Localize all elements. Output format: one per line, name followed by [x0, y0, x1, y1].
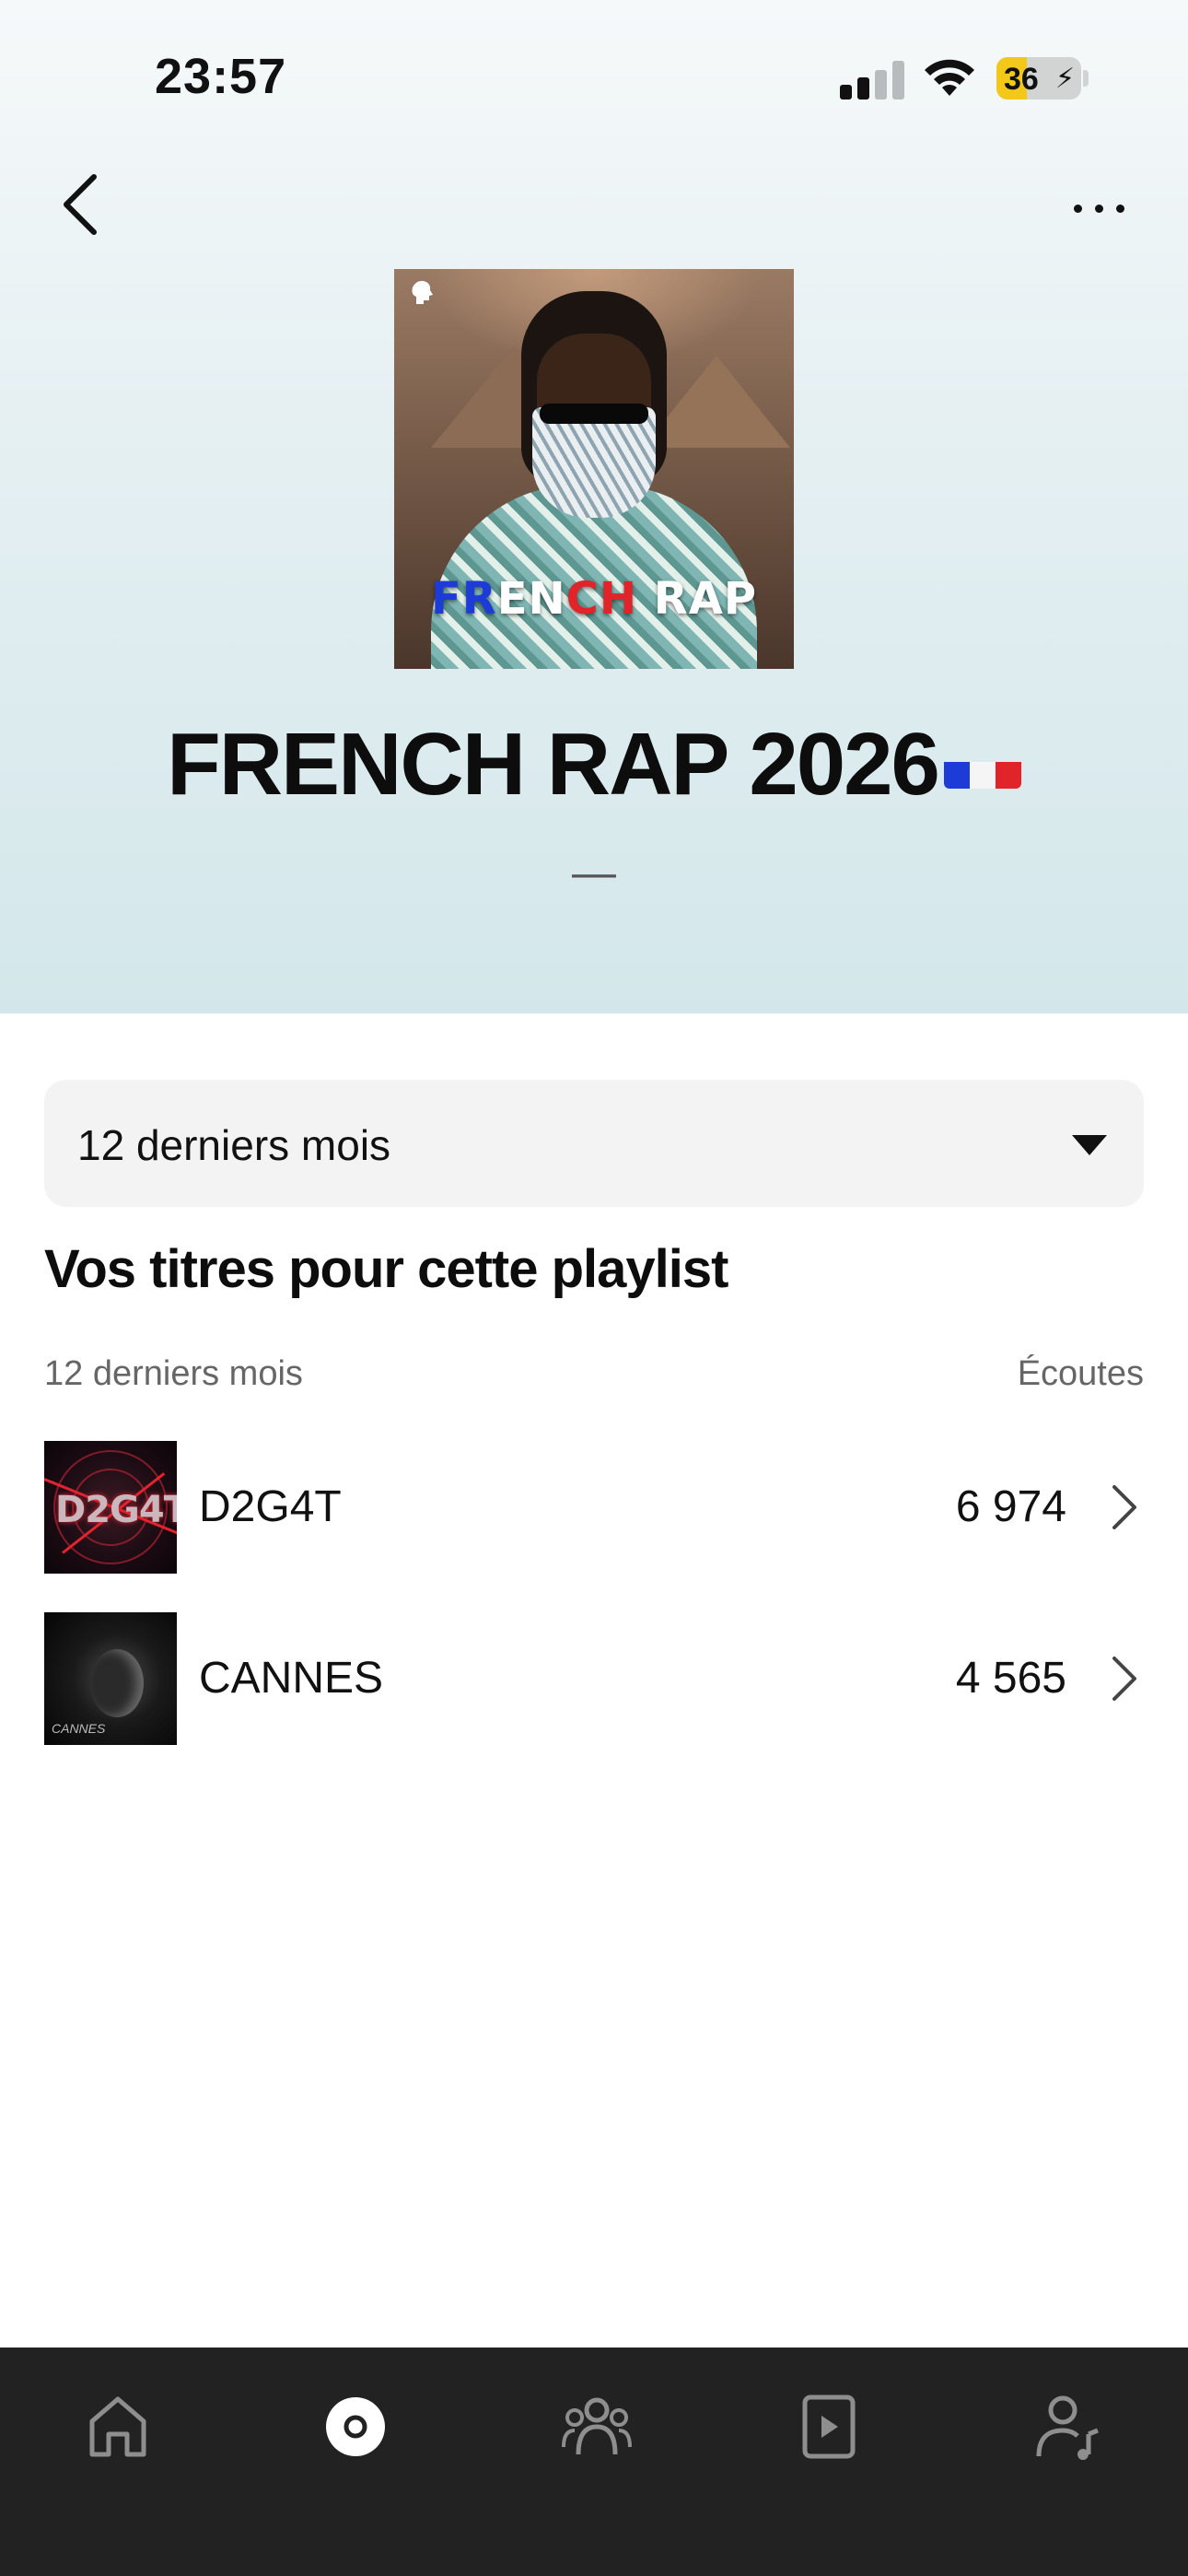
- period-column-label: 12 derniers mois: [44, 1354, 303, 1393]
- period-dropdown-label: 12 derniers mois: [77, 1121, 391, 1169]
- status-time: 23:57: [155, 49, 287, 104]
- track-plays: 4 565: [955, 1654, 1066, 1703]
- track-artwork: CANNES: [44, 1612, 177, 1745]
- profile-music-icon: [1036, 2395, 1099, 2460]
- battery-percentage: 36: [1004, 62, 1039, 97]
- charging-bolt-icon: ⚡: [1055, 64, 1076, 94]
- plays-column-label: Écoutes: [1017, 1354, 1144, 1393]
- caret-down-icon: [1072, 1135, 1107, 1155]
- track-row[interactable]: D2G4T D2G4T 6 974: [44, 1441, 1144, 1574]
- releases-disc-icon: [326, 2397, 385, 2456]
- more-options-button[interactable]: [1065, 184, 1135, 230]
- tab-profile[interactable]: [1011, 2381, 1122, 2473]
- chevron-right-icon: [1112, 1657, 1136, 1701]
- tab-videos[interactable]: [774, 2381, 884, 2473]
- video-icon: [802, 2395, 856, 2459]
- back-button[interactable]: [52, 168, 111, 241]
- cover-text: FRENCH RAP: [394, 573, 794, 625]
- cover-text-part: CH: [565, 573, 638, 625]
- cover-text-part: FR: [430, 573, 497, 625]
- battery-cap: [1083, 70, 1089, 87]
- track-artwork-text: D2G4T: [55, 1489, 177, 1531]
- playlist-subtitle: —: [572, 849, 616, 897]
- chevron-left-icon: [64, 174, 97, 235]
- playlist-title: FRENCH RAP 2026: [0, 714, 1188, 815]
- track-row[interactable]: CANNES CANNES 4 565: [44, 1612, 1144, 1745]
- battery-icon: 36 ⚡: [996, 57, 1081, 100]
- bottom-tab-bar: [0, 2348, 1188, 2576]
- track-name: CANNES: [199, 1654, 384, 1703]
- ellipsis-icon: [1074, 205, 1082, 213]
- chevron-right-icon: [1112, 1485, 1136, 1529]
- cover-text-part: RAP: [637, 573, 758, 625]
- track-name: D2G4T: [199, 1482, 342, 1531]
- track-artwork: D2G4T: [44, 1441, 177, 1574]
- cover-text-part: EN: [496, 573, 566, 625]
- section-title: Vos titres pour cette playlist: [44, 1239, 728, 1299]
- tab-home[interactable]: [63, 2381, 173, 2473]
- tab-releases[interactable]: [300, 2381, 411, 2473]
- track-plays: 6 974: [955, 1482, 1066, 1531]
- cellular-signal-icon: [840, 61, 904, 100]
- artist-silhouette-icon: [407, 278, 435, 306]
- france-flag-icon: [943, 735, 1021, 789]
- status-bar: 23:57 36 ⚡: [0, 0, 1188, 138]
- wifi-icon: [925, 59, 974, 96]
- tab-audience[interactable]: [538, 2381, 648, 2473]
- cover-bandana: [532, 407, 656, 518]
- playlist-title-text: FRENCH RAP 2026: [167, 715, 940, 814]
- audience-icon: [562, 2397, 632, 2455]
- home-icon: [89, 2396, 146, 2457]
- playlist-cover: FRENCH RAP: [394, 269, 794, 669]
- period-dropdown[interactable]: 12 derniers mois: [44, 1080, 1144, 1207]
- track-artwork-text: CANNES: [52, 1721, 106, 1736]
- cover-sunglasses: [540, 404, 648, 424]
